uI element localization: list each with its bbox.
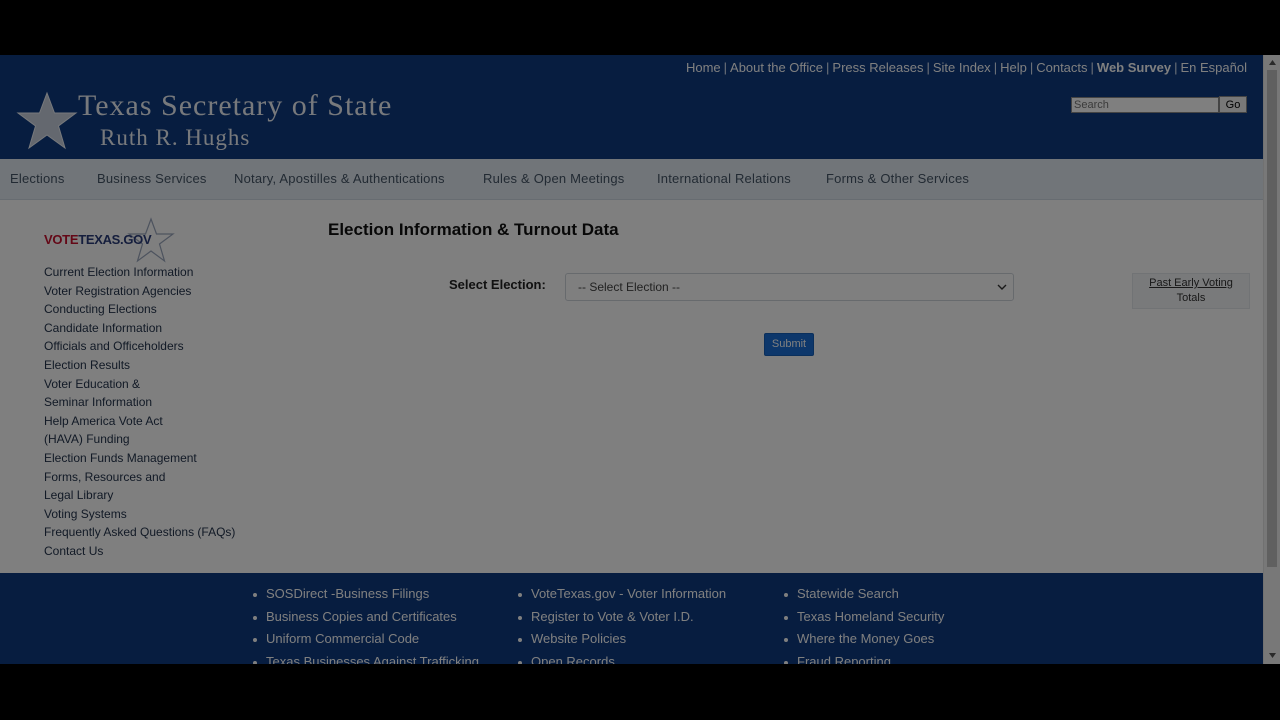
- site-subtitle: Ruth R. Hughs: [100, 125, 251, 150]
- nav-item-rules[interactable]: Rules & Open Meetings: [483, 159, 625, 199]
- page-title: Election Information & Turnout Data: [328, 220, 619, 239]
- top-links: Home | About the Office | Press Releases | Sit…: [685, 60, 1248, 75]
- sidebar-item-contact-us[interactable]: Contact Us: [44, 542, 264, 561]
- past-early-voting-link[interactable]: Past Early Voting Totals: [1132, 273, 1250, 309]
- footer-link-policies[interactable]: Website Policies: [518, 628, 726, 651]
- footer-column-3: Statewide Search Texas Homeland Security…: [784, 583, 944, 664]
- sidebar-item-seminar-info[interactable]: Seminar Information: [44, 393, 264, 412]
- select-election-label: Select Election:: [449, 277, 546, 292]
- sidebar-item-candidate-info[interactable]: Candidate Information: [44, 319, 264, 338]
- site-header: Home | About the Office | Press Releases | Sit…: [0, 55, 1263, 159]
- top-link-contacts[interactable]: Contacts: [1036, 60, 1087, 75]
- sidebar-item-voter-education[interactable]: Voter Education &: [44, 375, 264, 394]
- footer-link-trafficking[interactable]: Texas Businesses Against Trafficking: [253, 651, 479, 664]
- footer-link-votetexas[interactable]: VoteTexas.gov - Voter Information: [518, 583, 726, 606]
- past-early-voting-line1: Past Early Voting: [1149, 277, 1233, 289]
- sidebar-item-legal-library[interactable]: Legal Library: [44, 486, 264, 505]
- sidebar-item-election-funds[interactable]: Election Funds Management: [44, 449, 264, 468]
- top-link-site-index[interactable]: Site Index: [933, 60, 991, 75]
- sidebar-item-election-results[interactable]: Election Results: [44, 356, 264, 375]
- footer-column-2: VoteTexas.gov - Voter Information Regist…: [518, 583, 726, 664]
- past-early-voting-line2: Totals: [1176, 292, 1206, 304]
- search-input[interactable]: [1071, 97, 1219, 113]
- sidebar-item-hava[interactable]: Help America Vote Act: [44, 412, 264, 431]
- footer-link-open-records[interactable]: Open Records: [518, 651, 726, 664]
- votetexas-logo-blue: TEXAS.GOV: [78, 232, 152, 247]
- browser-viewport: Home | About the Office | Press Releases | Sit…: [0, 55, 1280, 664]
- footer-link-money[interactable]: Where the Money Goes: [784, 628, 944, 651]
- top-link-about[interactable]: About the Office: [730, 60, 823, 75]
- election-select[interactable]: -- Select Election --: [565, 273, 1014, 301]
- votetexas-logo[interactable]: VOTETEXAS.GOV: [44, 217, 184, 265]
- election-select-value: -- Select Election --: [578, 280, 681, 294]
- nav-item-forms[interactable]: Forms & Other Services: [826, 159, 969, 199]
- scroll-down-arrow-icon[interactable]: [1268, 652, 1277, 659]
- sidebar-item-faqs[interactable]: Frequently Asked Questions (FAQs): [44, 523, 264, 542]
- footer-column-1: SOSDirect -Business Filings Business Cop…: [253, 583, 479, 664]
- top-link-web-survey[interactable]: Web Survey: [1097, 60, 1171, 75]
- vertical-scrollbar[interactable]: [1263, 55, 1280, 664]
- footer-link-homeland-security[interactable]: Texas Homeland Security: [784, 606, 944, 629]
- top-link-press[interactable]: Press Releases: [832, 60, 923, 75]
- footer-link-register[interactable]: Register to Vote & Voter I.D.: [518, 606, 726, 629]
- footer-link-ucc[interactable]: Uniform Commercial Code: [253, 628, 479, 651]
- sidebar-item-hava-funding[interactable]: (HAVA) Funding: [44, 430, 264, 449]
- top-link-help[interactable]: Help: [1000, 60, 1027, 75]
- votetexas-logo-red: VOTE: [44, 232, 79, 247]
- site-title[interactable]: Texas Secretary of State: [78, 89, 392, 123]
- submit-button[interactable]: Submit: [764, 333, 814, 356]
- top-link-espanol[interactable]: En Español: [1181, 60, 1248, 75]
- sidebar-item-officials[interactable]: Officials and Officeholders: [44, 337, 264, 356]
- nav-item-elections[interactable]: Elections: [10, 159, 65, 199]
- search-go-button[interactable]: Go: [1219, 96, 1247, 113]
- page: Home | About the Office | Press Releases | Sit…: [0, 55, 1263, 664]
- footer-link-business-copies[interactable]: Business Copies and Certificates: [253, 606, 479, 629]
- sidebar-menu: Current Election Information Voter Regis…: [44, 263, 264, 561]
- scrollbar-thumb[interactable]: [1267, 70, 1277, 567]
- sidebar-item-forms-resources[interactable]: Forms, Resources and: [44, 468, 264, 487]
- nav-item-notary[interactable]: Notary, Apostilles & Authentications: [234, 159, 445, 199]
- nav-item-business-services[interactable]: Business Services: [97, 159, 207, 199]
- sidebar-item-voter-registration[interactable]: Voter Registration Agencies: [44, 282, 264, 301]
- footer-link-sosdirect[interactable]: SOSDirect -Business Filings: [253, 583, 479, 606]
- texas-star-icon: [16, 91, 78, 150]
- sidebar-item-voting-systems[interactable]: Voting Systems: [44, 505, 264, 524]
- scroll-up-arrow-icon[interactable]: [1268, 59, 1277, 66]
- chevron-down-icon: [997, 284, 1007, 290]
- footer-link-fraud[interactable]: Fraud Reporting: [784, 651, 944, 664]
- sidebar-item-current-election[interactable]: Current Election Information: [44, 263, 264, 282]
- footer-link-statewide-search[interactable]: Statewide Search: [784, 583, 944, 606]
- main-nav: Elections Business Services Notary, Apos…: [0, 159, 1263, 200]
- top-link-home[interactable]: Home: [686, 60, 721, 75]
- nav-item-international[interactable]: International Relations: [657, 159, 791, 199]
- sidebar-item-conducting-elections[interactable]: Conducting Elections: [44, 300, 264, 319]
- site-footer: SOSDirect -Business Filings Business Cop…: [0, 573, 1263, 664]
